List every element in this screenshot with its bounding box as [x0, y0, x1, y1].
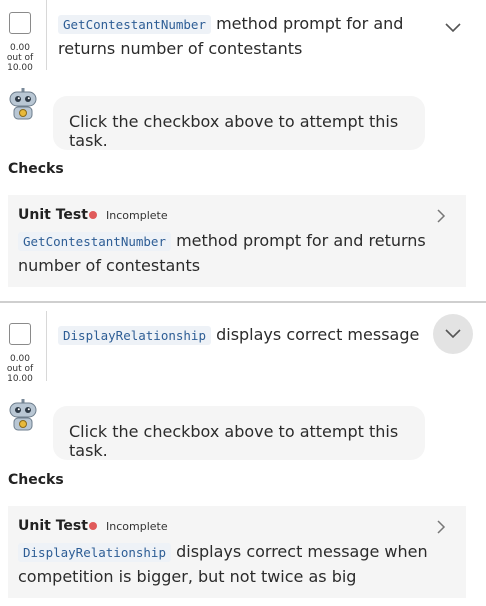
- task-header: 0.00 out of 10.00 GetContestantNumber me…: [0, 0, 486, 73]
- task-checkbox[interactable]: [9, 12, 31, 34]
- status-dot: [89, 522, 97, 530]
- task-checkbox[interactable]: [9, 323, 31, 345]
- score-max: 10.00: [7, 374, 33, 384]
- chevron-right-icon: [437, 520, 446, 534]
- check-description: GetContestantNumber method prompt for an…: [18, 229, 438, 278]
- check-type: Unit Test: [18, 207, 88, 223]
- check-code: GetContestantNumber: [18, 232, 171, 251]
- task-title-code: DisplayRelationship: [58, 326, 211, 345]
- check-code: DisplayRelationship: [18, 543, 171, 562]
- status-badge: Incomplete: [106, 520, 168, 533]
- expand-button[interactable]: [433, 8, 473, 48]
- assistant-message: Click the checkbox above to attempt this…: [53, 96, 425, 150]
- assistant-message: Click the checkbox above to attempt this…: [53, 406, 425, 460]
- checks-heading: Checks: [8, 161, 64, 177]
- task-score: 0.00 out of 10.00: [0, 43, 40, 73]
- chevron-down-icon: [445, 23, 461, 33]
- task-header: 0.00 out of 10.00 DisplayRelationship di…: [0, 311, 486, 384]
- robot-icon: [9, 399, 37, 431]
- score-value: 0.00: [9, 354, 31, 364]
- task-divider: [0, 301, 486, 303]
- task-title-code: GetContestantNumber: [58, 15, 211, 34]
- status-badge: Incomplete: [106, 209, 168, 222]
- check-card[interactable]: Unit Test Incomplete GetContestantNumber…: [8, 195, 466, 287]
- checks-heading: Checks: [8, 472, 64, 488]
- chevron-right-icon: [437, 209, 446, 223]
- score-value: 0.00: [9, 43, 31, 53]
- check-type: Unit Test: [18, 518, 88, 534]
- check-description: DisplayRelationship displays correct mes…: [18, 540, 438, 589]
- score-column: 0.00 out of 10.00: [0, 0, 47, 73]
- chevron-down-icon: [445, 329, 461, 339]
- task-score: 0.00 out of 10.00: [0, 354, 40, 384]
- robot-icon: [9, 88, 37, 120]
- task-title: DisplayRelationship displays correct mes…: [58, 323, 428, 348]
- score-column: 0.00 out of 10.00: [0, 311, 47, 384]
- score-of: out of: [6, 53, 34, 63]
- task-title: GetContestantNumber method prompt for an…: [58, 12, 428, 61]
- status-dot: [89, 211, 97, 219]
- score-of: out of: [6, 364, 34, 374]
- check-card[interactable]: Unit Test Incomplete DisplayRelationship…: [8, 506, 466, 598]
- expand-button[interactable]: [433, 314, 473, 354]
- score-max: 10.00: [7, 63, 33, 73]
- task-title-text: displays correct message: [211, 325, 420, 344]
